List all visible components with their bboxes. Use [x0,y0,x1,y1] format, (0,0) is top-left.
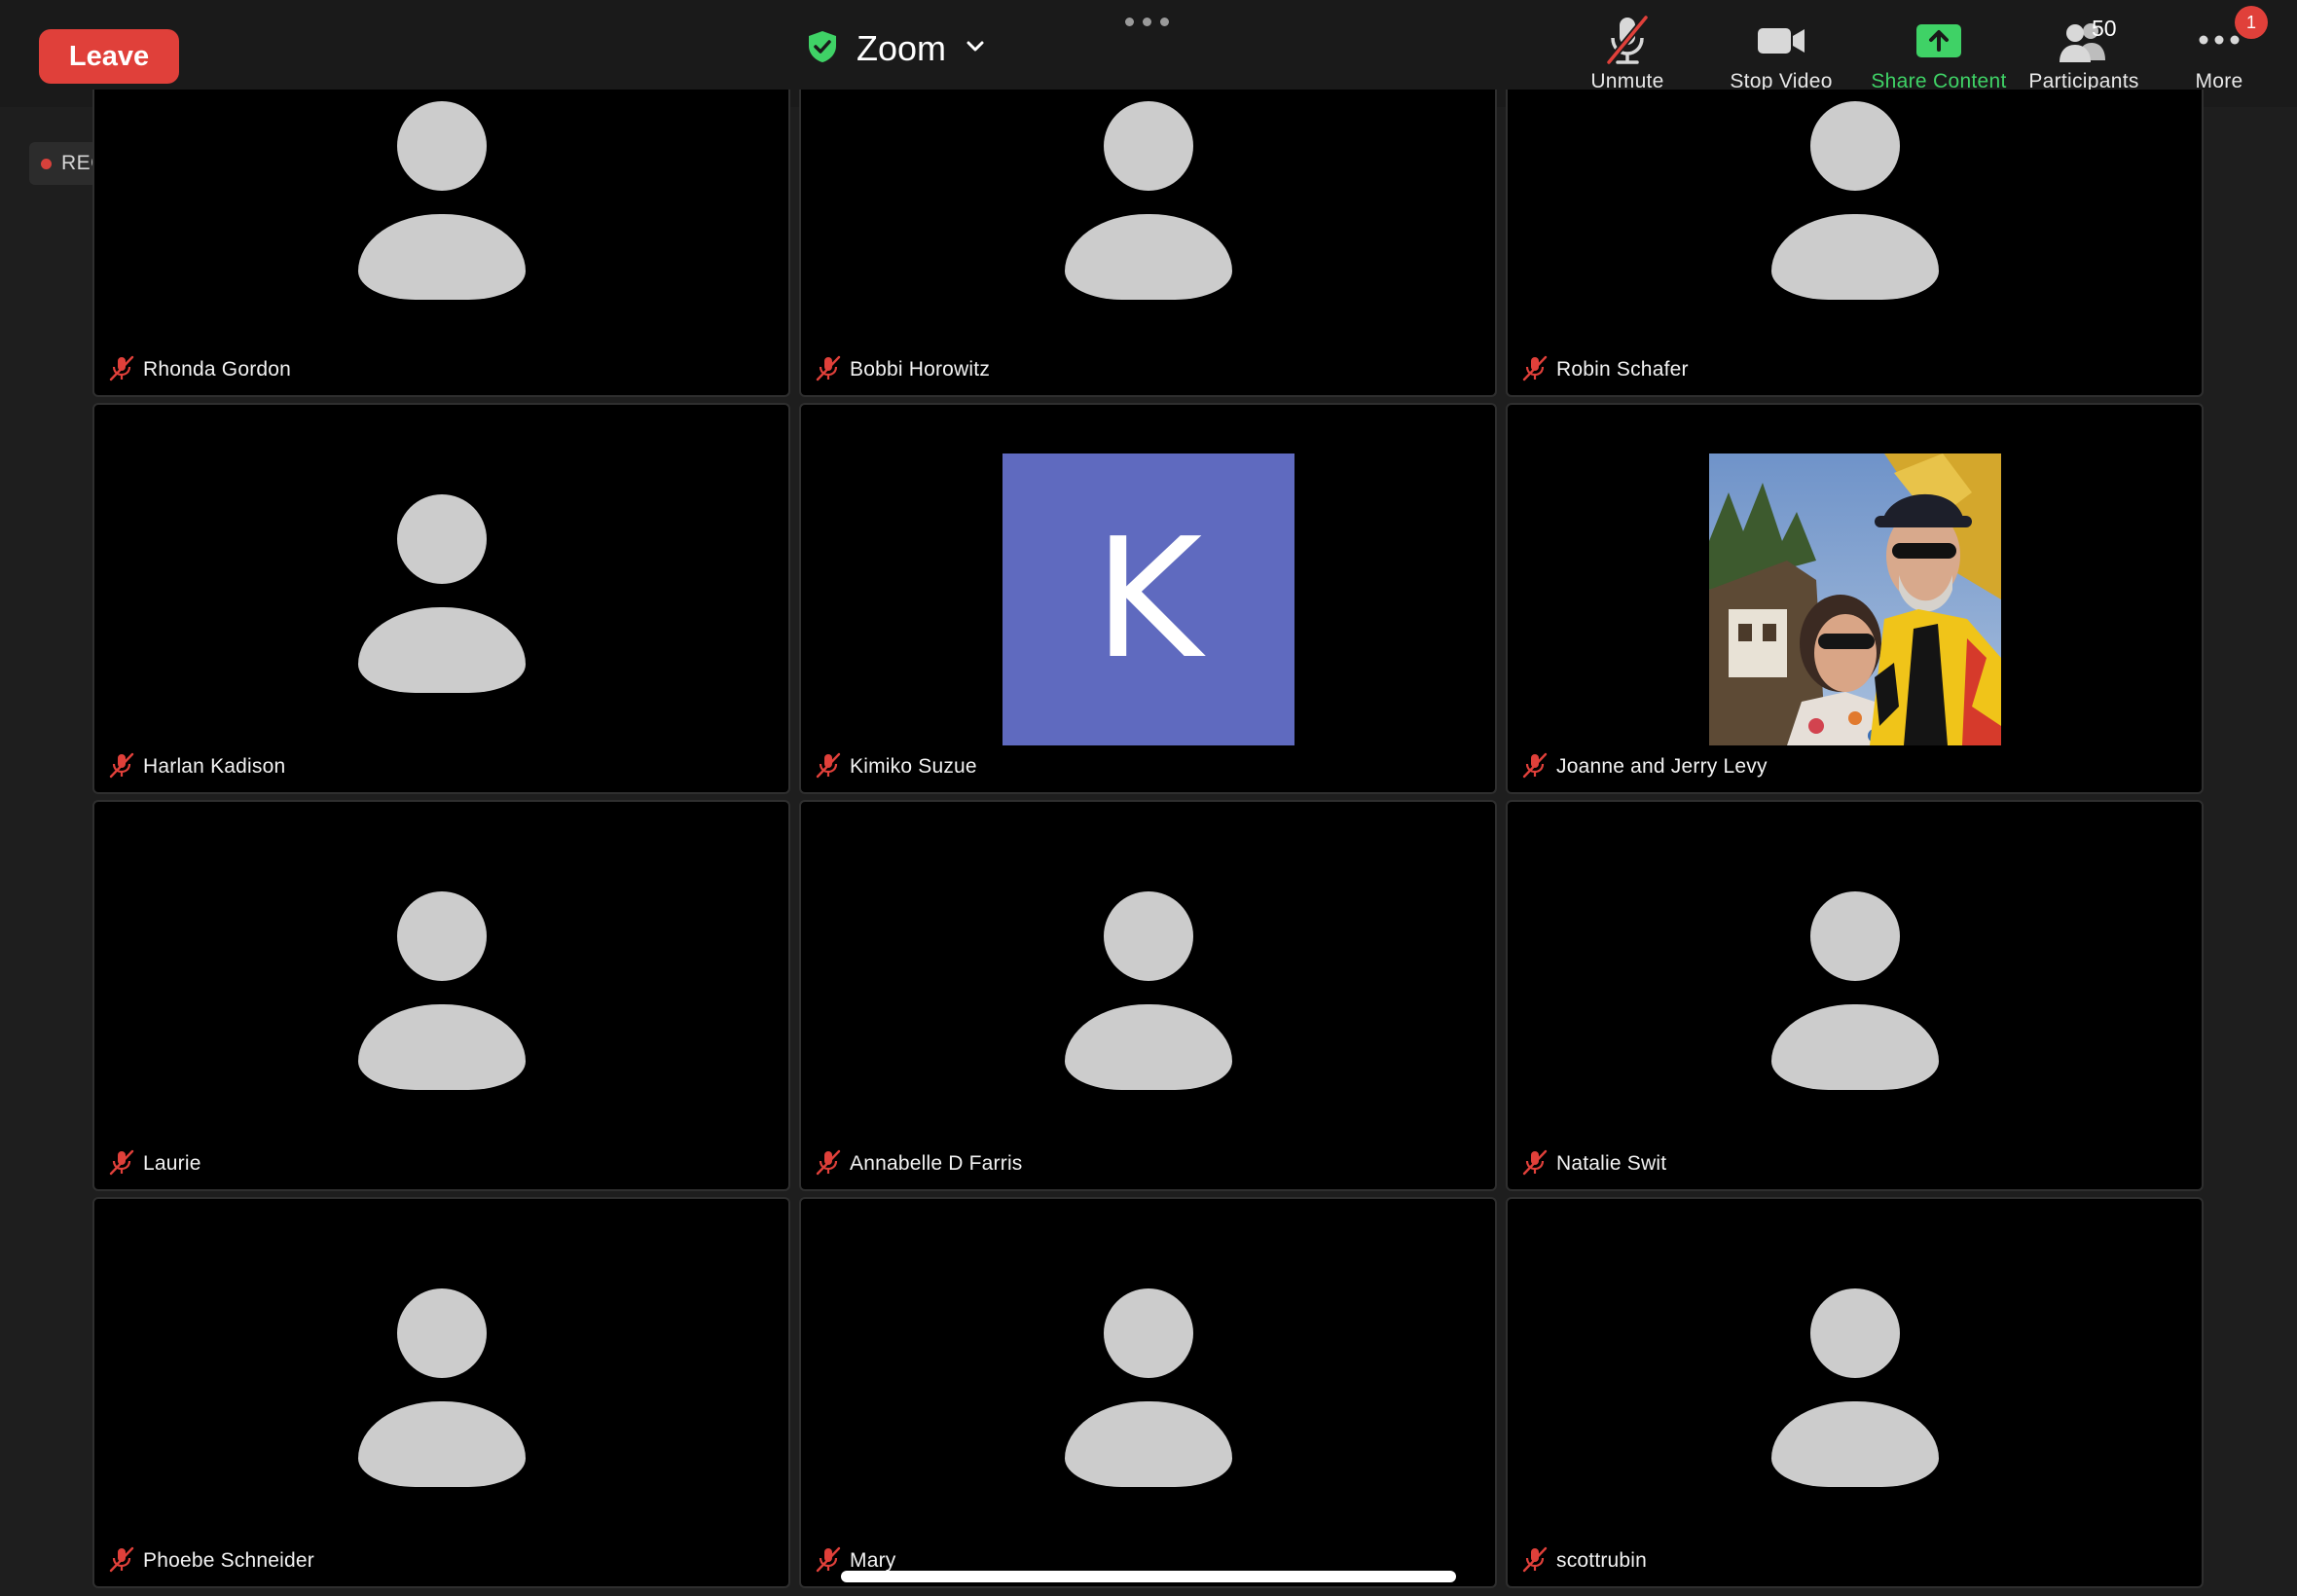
muted-mic-icon [108,1545,135,1578]
person-placeholder-icon [1064,1288,1232,1487]
participant-name: Kimiko Suzue [850,755,977,778]
gallery-view-grid: Rhonda Gordon Bobbi Horowitz Robin Schaf… [92,90,2205,1596]
muted-mic-icon [108,354,135,386]
profile-photo [1708,453,2001,745]
muted-mic-icon [1521,1148,1549,1180]
participant-name: Laurie [143,1152,201,1175]
participant-tile[interactable]: Natalie Swit [1506,800,2204,1191]
muted-mic-icon [815,751,842,783]
participant-name: Rhonda Gordon [143,358,292,381]
muted-mic-icon [1521,751,1549,783]
muted-mic-icon [108,1148,135,1180]
shield-check-icon [806,29,839,69]
participant-tile[interactable]: Mary [799,1197,1497,1588]
participant-tile[interactable]: scottrubin [1506,1197,2204,1588]
participant-name: Annabelle D Farris [850,1152,1023,1175]
drag-handle-icon[interactable] [1125,18,1169,26]
unmute-button[interactable]: Unmute [1579,14,1676,97]
recording-dot-icon [41,158,52,169]
participant-name: Joanne and Jerry Levy [1556,755,1768,778]
person-placeholder-icon [1064,90,1232,300]
meeting-title-dropdown[interactable]: Zoom [806,23,987,74]
participants-button[interactable]: 50 Participants [2021,14,2147,97]
participant-name: scottrubin [1556,1549,1648,1572]
person-placeholder-icon [1064,891,1232,1090]
participant-tile[interactable]: Rhonda Gordon [92,90,790,397]
participant-tile[interactable]: Robin Schafer [1506,90,2204,397]
share-content-button[interactable]: Share Content [1863,14,2015,97]
meeting-title: Zoom [857,28,947,68]
stop-video-button[interactable]: Stop Video [1721,14,1841,97]
person-placeholder-icon [357,90,526,300]
participant-tile[interactable]: Laurie [92,800,790,1191]
person-placeholder-icon [357,1288,526,1487]
muted-mic-icon [1521,1545,1549,1578]
participant-name: Bobbi Horowitz [850,358,991,381]
participant-tile[interactable]: Bobbi Horowitz [799,90,1497,397]
muted-microphone-icon [1601,14,1654,66]
participant-tile[interactable]: K Kimiko Suzue [799,403,1497,794]
leave-button[interactable]: Leave [39,29,179,84]
share-screen-icon [1914,14,1963,66]
muted-mic-icon [815,354,842,386]
zoom-meeting-window: Leave Zoom Unmute Stop Video Share Conte… [0,0,2297,1596]
chevron-down-icon [964,35,987,63]
participant-tile[interactable]: Phoebe Schneider [92,1197,790,1588]
participant-name: Harlan Kadison [143,755,286,778]
notification-badge: 1 [2235,6,2268,39]
participant-tile[interactable]: Annabelle D Farris [799,800,1497,1191]
participant-name: Mary [850,1549,896,1572]
muted-mic-icon [108,751,135,783]
person-placeholder-icon [357,891,526,1090]
person-placeholder-icon [357,494,526,693]
participant-tile[interactable]: Joanne and Jerry Levy [1506,403,2204,794]
initial-avatar: K [1002,453,1294,745]
person-placeholder-icon [1770,90,1939,300]
muted-mic-icon [1521,354,1549,386]
muted-mic-icon [815,1545,842,1578]
muted-mic-icon [815,1148,842,1180]
person-placeholder-icon [1770,1288,1939,1487]
video-camera-icon [1755,14,1807,66]
participant-tile[interactable]: Harlan Kadison [92,403,790,794]
participant-name: Phoebe Schneider [143,1549,314,1572]
person-placeholder-icon [1770,891,1939,1090]
participant-name: Natalie Swit [1556,1152,1667,1175]
home-indicator[interactable] [841,1571,1456,1582]
participants-count: 50 [2092,16,2117,41]
participant-name: Robin Schafer [1556,358,1689,381]
participants-icon: 50 [2035,14,2133,66]
